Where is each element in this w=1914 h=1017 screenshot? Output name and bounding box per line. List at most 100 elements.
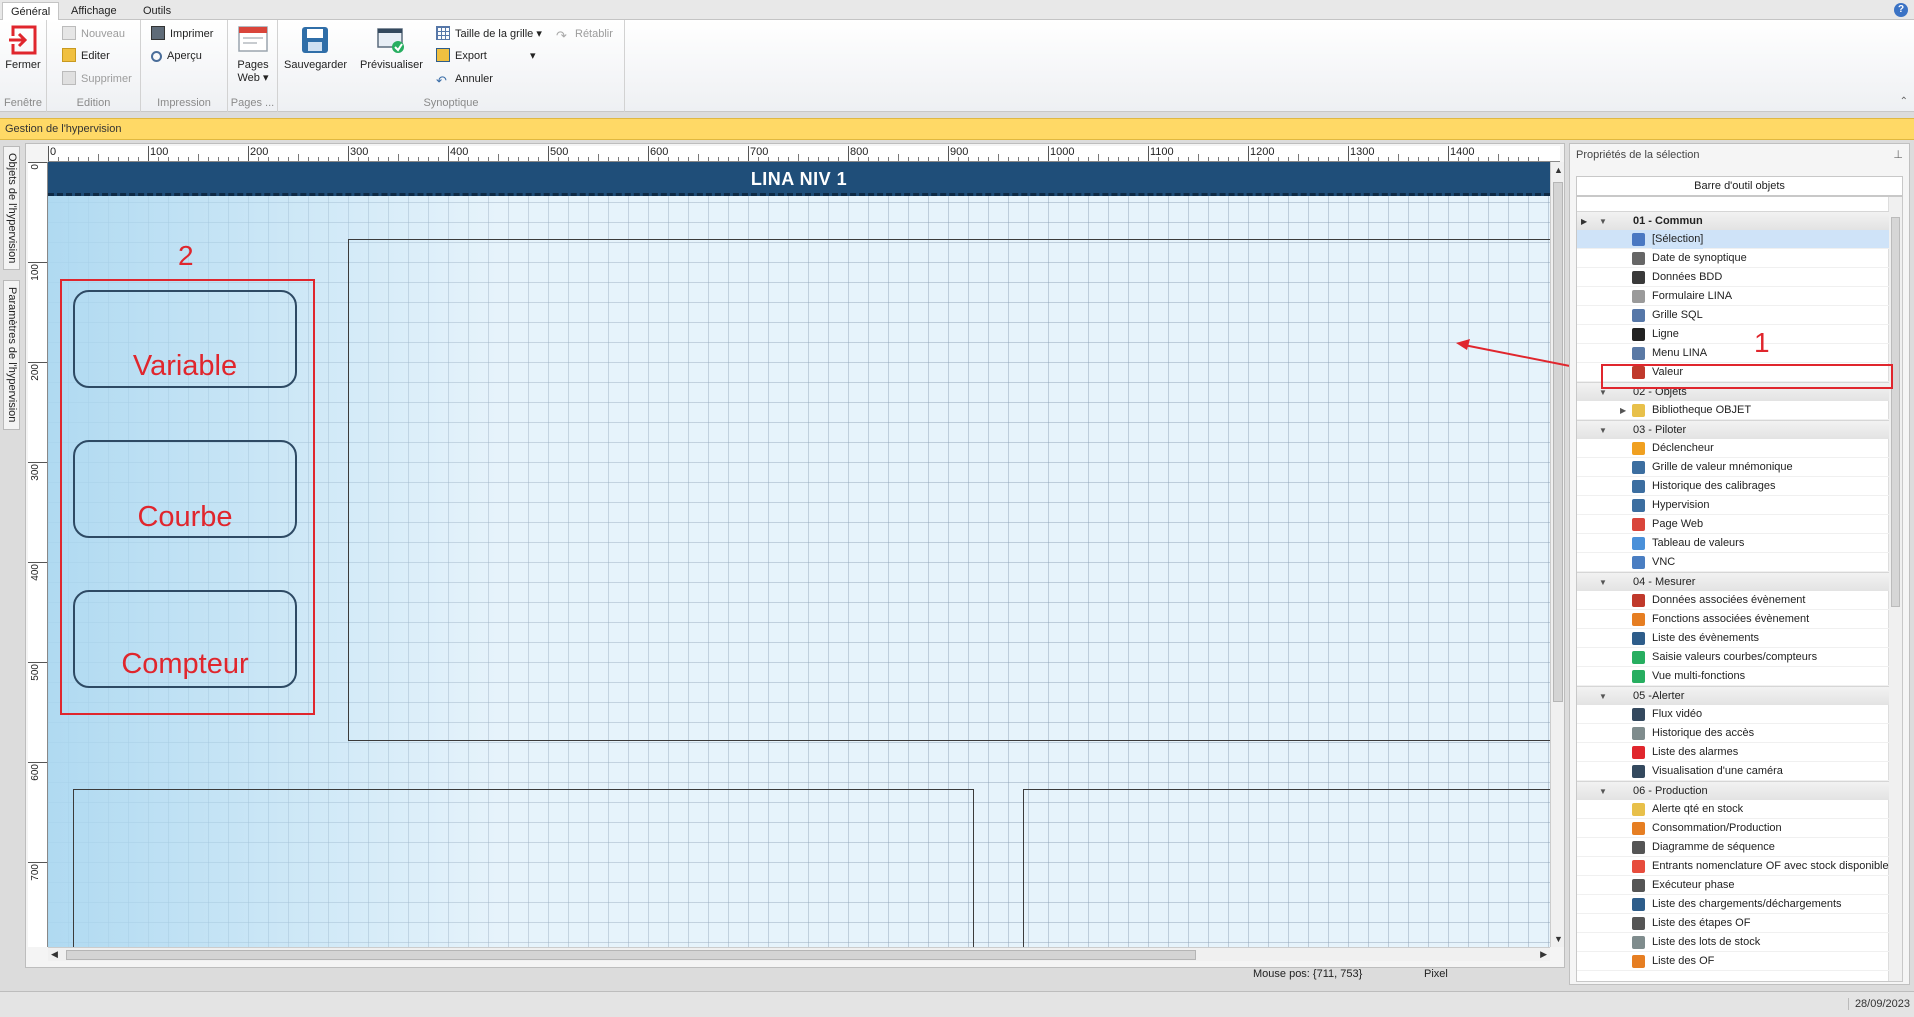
tree-item[interactable]: Vue multi-fonctions [1577, 667, 1889, 686]
bar-chart-icon [1632, 613, 1645, 626]
tree-item[interactable]: Historique des accès [1577, 724, 1889, 743]
tree-scrollbar[interactable] [1888, 197, 1902, 981]
tree-item[interactable]: Visualisation d'une caméra [1577, 762, 1889, 781]
tree-item-label: Tableau de valeurs [1652, 537, 1745, 549]
undo-icon: ↶ [436, 73, 447, 88]
tree-item[interactable]: Grille de valeur mnémonique [1577, 458, 1889, 477]
tree-item[interactable]: Entrants nomenclature OF avec stock disp… [1577, 857, 1889, 876]
tree-category-label: 03 - Piloter [1633, 424, 1687, 436]
tree-item[interactable]: Historique des calibrages [1577, 477, 1889, 496]
pages-web-button[interactable]: Pages Web ▾ [234, 24, 272, 84]
previsualiser-button[interactable]: Prévisualiser [360, 24, 423, 71]
tree-item[interactable]: Ligne [1577, 325, 1889, 344]
tree-category[interactable]: ▼ 03 - Piloter [1577, 420, 1889, 439]
tree-item[interactable]: Flux vidéo [1577, 705, 1889, 724]
tree-item-label: Liste des étapes OF [1652, 917, 1751, 929]
frame-rectangle-bottom-right[interactable] [1023, 789, 1550, 947]
tree-item[interactable]: Liste des évènements [1577, 629, 1889, 648]
tree-item[interactable]: Liste des étapes OF [1577, 914, 1889, 933]
tab-parametres-hypervision[interactable]: Paramètres de l'hypervision [3, 280, 20, 430]
collapse-icon[interactable]: ▼ [1599, 421, 1607, 440]
tree-item[interactable]: [Sélection] [1577, 230, 1889, 249]
canvas-vertical-scrollbar[interactable]: ▲ ▼ [1550, 162, 1564, 947]
collapse-icon[interactable]: ▼ [1599, 573, 1607, 592]
tab-general[interactable]: Général [2, 2, 60, 20]
tree-item[interactable]: Données associées évènement [1577, 591, 1889, 610]
collapse-icon[interactable]: ▼ [1599, 687, 1607, 706]
collapse-ribbon-icon[interactable]: ⌃ [1900, 96, 1908, 107]
tree-item[interactable]: Liste des chargements/déchargements [1577, 895, 1889, 914]
tab-outils[interactable]: Outils [135, 2, 179, 20]
tree-scroll-thumb[interactable] [1891, 217, 1900, 607]
canvas-horizontal-scrollbar[interactable]: ◀ ▶ [48, 947, 1550, 961]
tree-category[interactable]: ▶ ▼ 01 - Commun [1577, 211, 1889, 230]
tree-item[interactable]: VNC [1577, 553, 1889, 572]
fermer-button[interactable]: Fermer [4, 24, 42, 71]
synoptic-canvas[interactable]: LINA NIV 1 2 Variable Courbe Compteur [48, 162, 1550, 947]
frame-rectangle-bottom-left[interactable] [73, 789, 974, 947]
tree-item[interactable]: Tableau de valeurs [1577, 534, 1889, 553]
tree-item[interactable]: Liste des OF [1577, 952, 1889, 971]
editer-button[interactable]: Editer [62, 46, 110, 66]
magnifier-icon [151, 51, 162, 62]
tree-item[interactable]: Page Web [1577, 515, 1889, 534]
tree-item[interactable]: Consommation/Production [1577, 819, 1889, 838]
tree-item[interactable]: Liste des lots de stock [1577, 933, 1889, 952]
tree-category[interactable]: ▼ 06 - Production [1577, 781, 1889, 800]
tree-item[interactable]: Diagramme de séquence [1577, 838, 1889, 857]
frame-rectangle-top[interactable] [348, 239, 1550, 741]
tree-item-label: VNC [1652, 556, 1676, 568]
export-button[interactable]: Export ▾ [436, 46, 536, 66]
apercu-button[interactable]: Aperçu [151, 46, 202, 66]
tree-item-label: Liste des lots de stock [1652, 936, 1761, 948]
collapse-icon[interactable]: ▼ [1599, 212, 1607, 231]
band-title: Gestion de l'hypervision [5, 123, 122, 135]
scroll-down-icon[interactable]: ▼ [1554, 934, 1563, 944]
tree-item[interactable]: Hypervision [1577, 496, 1889, 515]
tree-item[interactable]: Déclencheur [1577, 439, 1889, 458]
lightning-icon [1632, 442, 1645, 455]
tree-category[interactable]: ▼ 05 -Alerter [1577, 686, 1889, 705]
imprimer-button[interactable]: Imprimer [151, 24, 213, 44]
vertical-scroll-thumb[interactable] [1553, 182, 1563, 702]
tree-item[interactable]: Formulaire LINA [1577, 287, 1889, 306]
scroll-right-icon[interactable]: ▶ [1540, 949, 1547, 960]
tab-objets-hypervision[interactable]: Objets de l'hypervision [3, 146, 20, 270]
tree-category[interactable]: ▼ 04 - Mesurer [1577, 572, 1889, 591]
expand-icon[interactable]: ▶ [1620, 401, 1626, 420]
tree-item[interactable]: Fonctions associées évènement [1577, 610, 1889, 629]
form-icon [1632, 290, 1645, 303]
ruler-left: 0 100 200 300 400 500 600 700 [28, 162, 48, 947]
tree-item[interactable]: Grille SQL [1577, 306, 1889, 325]
tree-item[interactable]: Liste des alarmes [1577, 743, 1889, 762]
tree-item[interactable]: Date de synoptique [1577, 249, 1889, 268]
folder-icon [1632, 404, 1645, 417]
tree-item-label: Données associées évènement [1652, 594, 1806, 606]
tree-item[interactable]: Alerte qté en stock [1577, 800, 1889, 819]
group-label-edition: Edition [76, 97, 111, 109]
tree-item[interactable]: Exécuteur phase [1577, 876, 1889, 895]
nouveau-button[interactable]: Nouveau [62, 24, 125, 44]
sauvegarder-button[interactable]: Sauvegarder [284, 24, 347, 71]
collapse-icon[interactable]: ▼ [1599, 782, 1607, 801]
ruler-left-label: 500 [30, 664, 41, 681]
banner[interactable]: LINA NIV 1 [48, 162, 1550, 196]
ruler-top-label: 1300 [1350, 146, 1375, 158]
pin-icon[interactable]: ⊥ [1893, 148, 1903, 161]
supprimer-button[interactable]: Supprimer [62, 69, 132, 89]
annuler-button[interactable]: ↶ Annuler [436, 69, 493, 89]
chevron-down-icon[interactable]: ▾ [530, 46, 536, 66]
tab-affichage[interactable]: Affichage [63, 2, 125, 20]
tree-item[interactable]: ▶ Bibliotheque OBJET [1577, 401, 1889, 420]
line-icon [1632, 328, 1645, 341]
horizontal-scroll-thumb[interactable] [66, 950, 1196, 960]
taille-grille-button[interactable]: Taille de la grille ▾ [436, 24, 542, 44]
tree-item[interactable]: Données BDD [1577, 268, 1889, 287]
ruler-top-label: 1000 [1050, 146, 1075, 158]
question-icon[interactable]: ? [1894, 3, 1908, 17]
tree-item[interactable]: Menu LINA [1577, 344, 1889, 363]
tree-item[interactable]: Saisie valeurs courbes/compteurs [1577, 648, 1889, 667]
retablir-button[interactable]: ↷ Rétablir [556, 24, 613, 44]
scroll-left-icon[interactable]: ◀ [51, 949, 58, 960]
scroll-up-icon[interactable]: ▲ [1554, 165, 1563, 175]
